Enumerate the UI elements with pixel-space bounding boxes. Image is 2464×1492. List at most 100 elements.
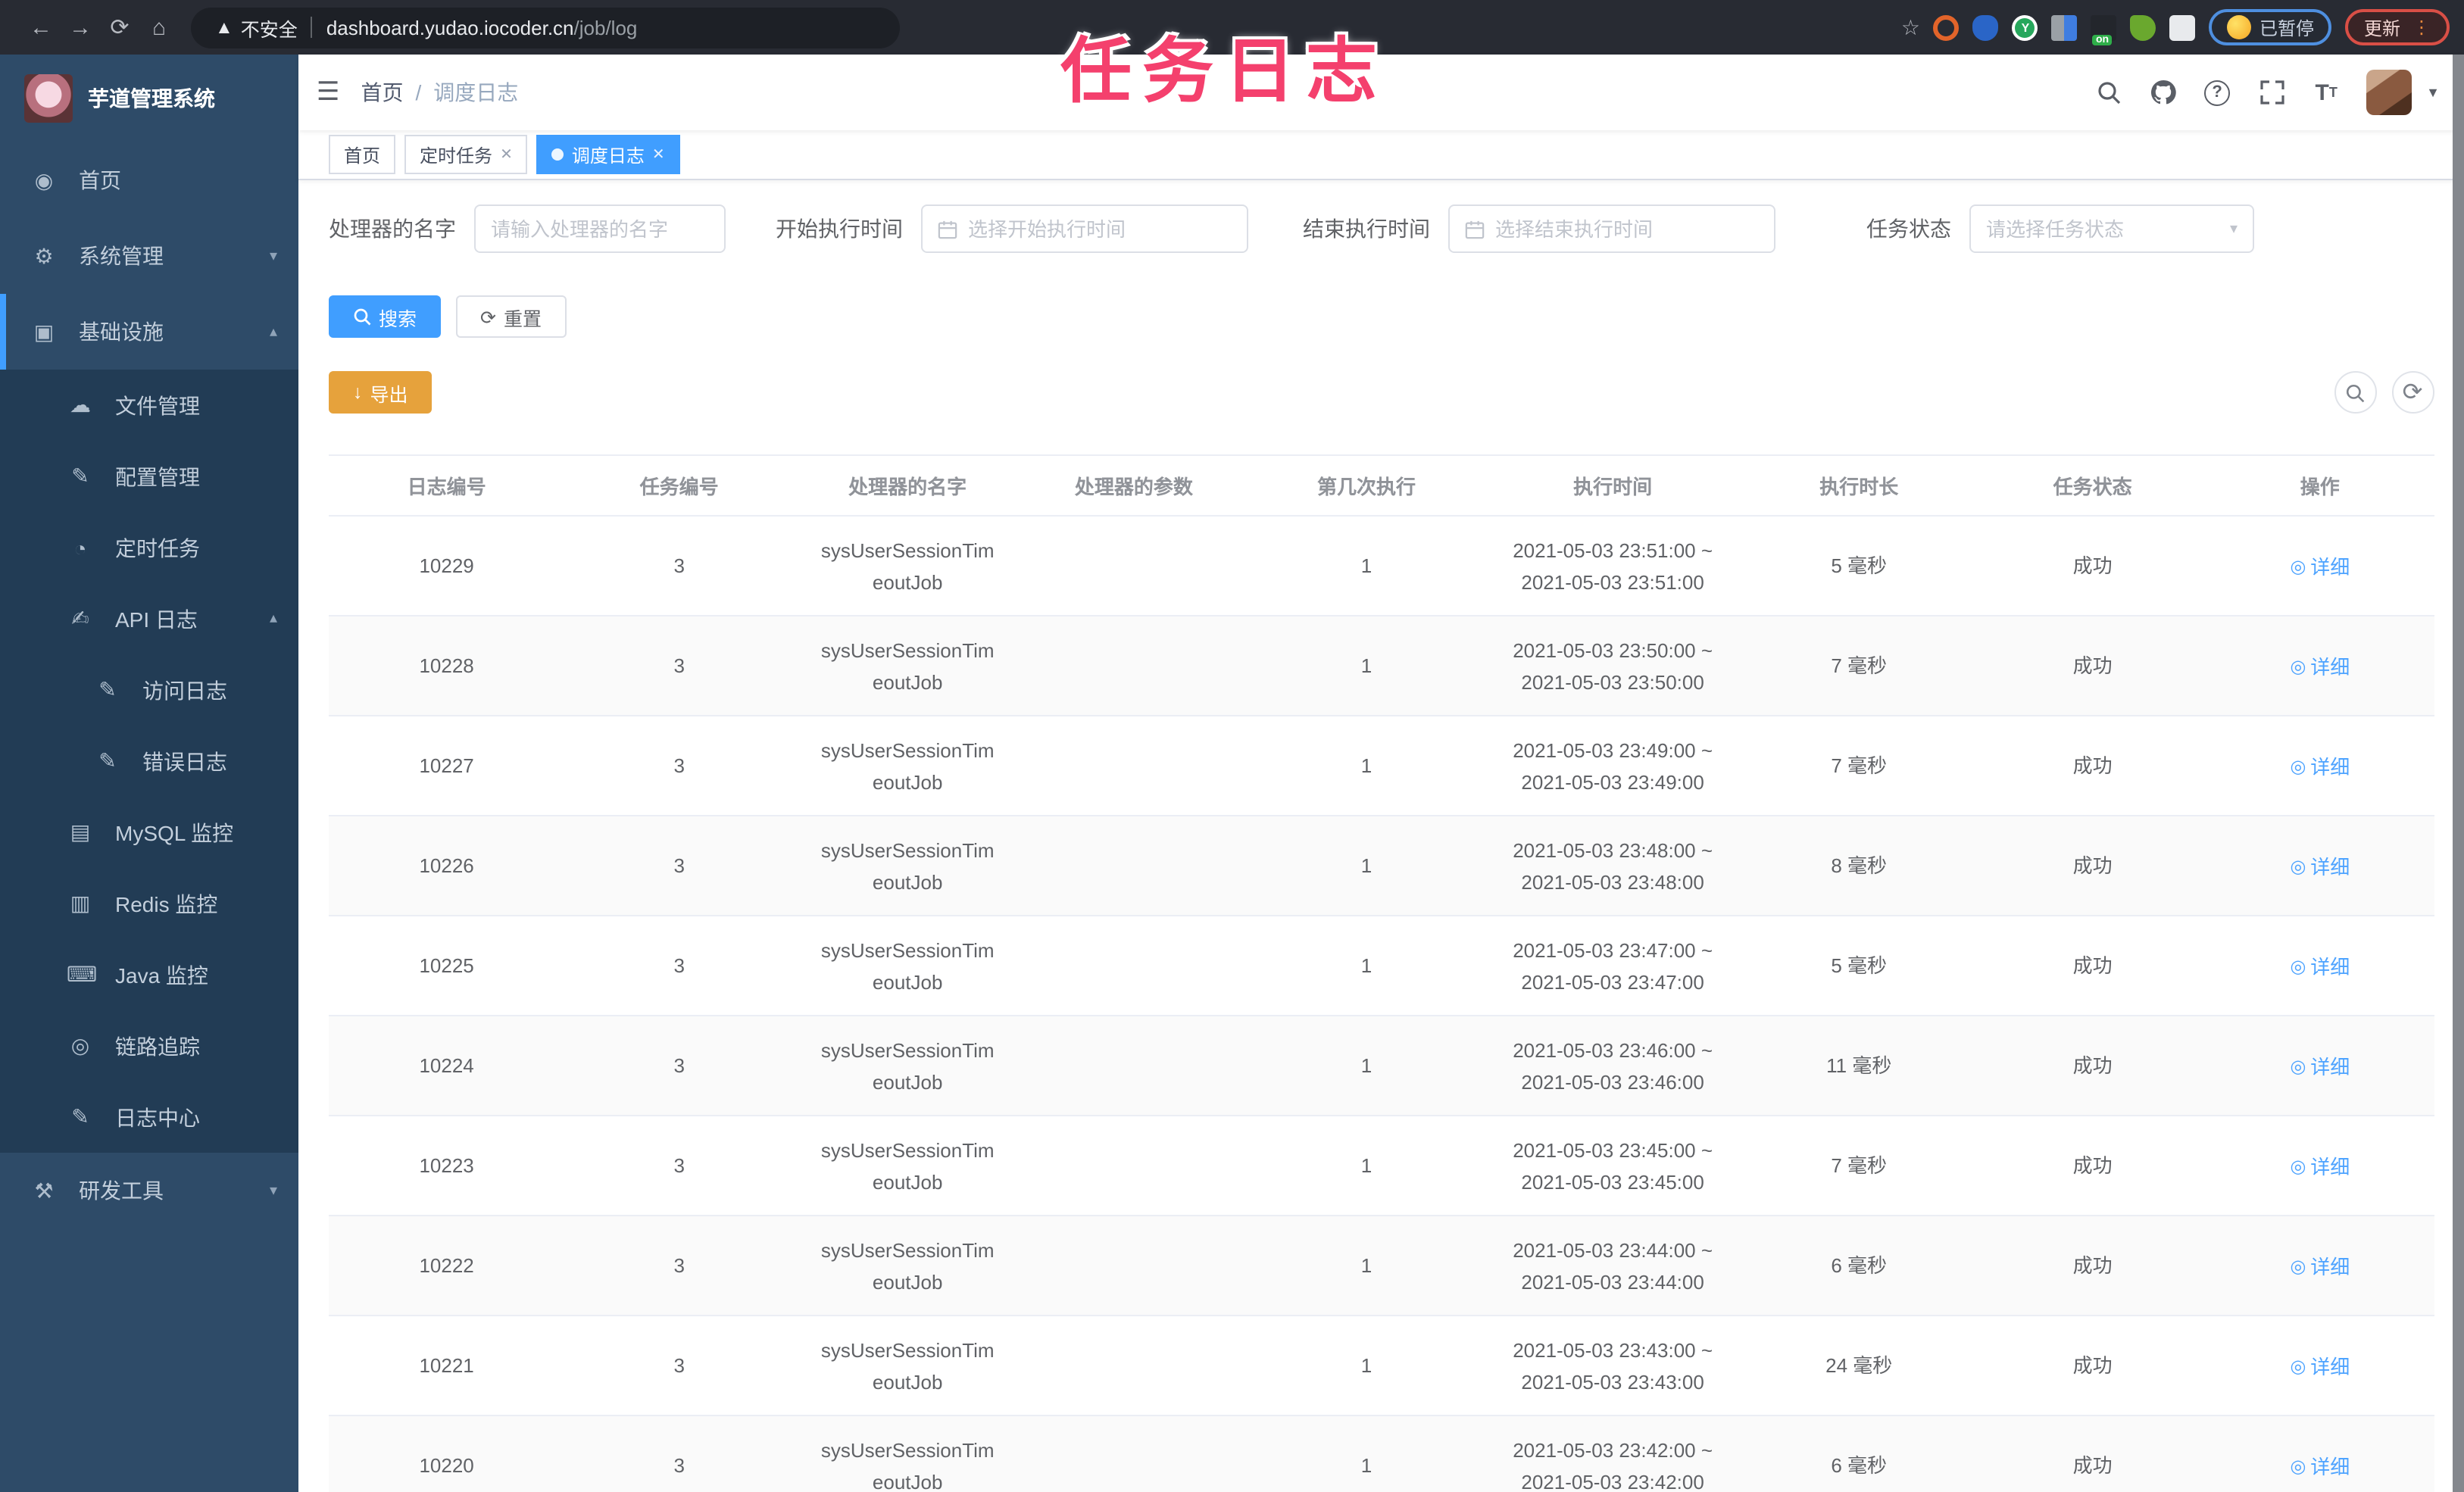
detail-link[interactable]: ◎ 详细 [2290,751,2350,782]
refresh-icon: ⟳ [480,307,496,328]
duration-cell: 5 毫秒 [1831,554,1888,577]
close-icon[interactable]: ✕ [652,146,665,163]
job-status-select[interactable]: ▾ [1969,204,2254,253]
api-log-icon: ✍ [71,606,89,630]
sidebar-item-api-log[interactable]: ✍ API 日志 ▴ [0,583,298,654]
duration-cell: 24 毫秒 [1825,1354,1893,1377]
handler-param-cell [1021,957,1246,975]
detail-link[interactable]: ◎ 详细 [2290,1450,2350,1482]
detail-link[interactable]: ◎ 详细 [2290,950,2350,982]
infrastructure-icon: ▣ [33,319,55,343]
app-logo-row[interactable]: 芋道管理系统 [0,55,298,142]
detail-link[interactable]: ◎ 详细 [2290,551,2350,582]
sidebar-item-infrastructure[interactable]: ▣ 基础设施 ▴ [0,294,298,370]
sidebar-item-java-monitor[interactable]: ⌨ Java 监控 [0,939,298,1010]
end-time-input[interactable] [1495,217,1759,240]
status-cell: 成功 [2072,554,2113,577]
log-id-cell: 10227 [419,754,474,777]
detail-link[interactable]: ◎ 详细 [2290,1350,2350,1382]
calendar-icon [938,219,957,239]
detail-link[interactable]: ◎ 详细 [2290,1250,2350,1282]
execute-time-cell: 2021-05-03 23:44:00 ~2021-05-03 23:44:00 [1513,1238,1713,1293]
job-status-input[interactable] [1986,217,2221,240]
tab-home[interactable]: 首页 [329,135,396,174]
reset-button[interactable]: ⟳ 重置 [456,295,567,338]
view-eye-icon: ◎ [2290,655,2306,676]
detail-link[interactable]: ◎ 详细 [2290,651,2350,682]
browser-scrollbar[interactable] [2452,55,2464,1492]
sidebar-item-config-manage[interactable]: ✎ 配置管理 [0,441,298,512]
paused-badge[interactable]: 已暂停 [2209,9,2332,45]
extension-ring-icon[interactable] [1933,14,1960,40]
detail-link[interactable]: ◎ 详细 [2290,1150,2350,1182]
sidebar-item-file-manage[interactable]: ☁ 文件管理 [0,370,298,441]
duration-cell: 7 毫秒 [1831,754,1888,777]
execute-time-cell: 2021-05-03 23:50:00 ~2021-05-03 23:50:00 [1513,638,1713,693]
handler-name-label: 处理器的名字 [329,217,456,241]
end-time-label: 结束执行时间 [1303,217,1430,241]
user-avatar[interactable] [2366,70,2412,115]
sidebar-item-redis-monitor[interactable]: ▥ Redis 监控 [0,868,298,939]
update-badge[interactable]: 更新 ⋮ [2345,9,2449,45]
sidebar-item-error-log[interactable]: ✎ 错误日志 [0,726,298,797]
fullscreen-icon[interactable] [2256,77,2287,108]
sidebar-item-mysql-monitor[interactable]: ▤ MySQL 监控 [0,797,298,868]
table-row: 10224 3 sysUserSessionTim eoutJob 1 2021-… [329,1016,2434,1116]
home-icon[interactable]: ⌂ [139,14,179,40]
url-bar[interactable]: ▲ 不安全 dashboard.yudao.iocoder.cn/job/log [191,7,900,48]
start-time-input[interactable] [968,217,1232,240]
breadcrumb-home[interactable]: 首页 [361,77,404,108]
tags-view: 首页 定时任务 ✕ 调度日志 ✕ [298,130,2464,180]
status-cell: 成功 [2072,1254,2113,1277]
forward-icon[interactable]: → [61,14,100,40]
log-center-icon: ✎ [71,1104,89,1128]
kebab-menu-icon[interactable]: ⋮ [2412,17,2431,38]
bookmark-star-icon[interactable]: ☆ [1901,14,1920,40]
detail-link[interactable]: ◎ 详细 [2290,1050,2350,1082]
execute-time-cell: 2021-05-03 23:47:00 ~2021-05-03 23:47:00 [1513,938,1713,993]
sidebar-item-log-center[interactable]: ✎ 日志中心 [0,1082,298,1153]
extension-puzzle-icon[interactable] [2169,14,2196,40]
sidebar-item-trace[interactable]: ◎ 链路追踪 [0,1010,298,1082]
job-log-table: 日志编号 任务编号 处理器的名字 处理器的参数 第几次执行 执行时间 执行时长 … [329,454,2434,1492]
hamburger-icon[interactable]: ☰ [317,77,340,108]
handler-param-cell [1021,757,1246,775]
tab-job-log[interactable]: 调度日志 ✕ [536,135,680,174]
sidebar-item-system[interactable]: ⚙ 系统管理 ▾ [0,218,298,294]
view-eye-icon: ◎ [2290,1355,2306,1376]
view-eye-icon: ◎ [2290,555,2306,576]
back-icon[interactable]: ← [21,14,61,40]
close-icon[interactable]: ✕ [500,146,513,163]
sidebar-item-scheduled-jobs[interactable]: ◔ 定时任务 [0,512,298,583]
toggle-search-button[interactable] [2334,371,2376,414]
action-cell: ◎ 详细 [2206,1240,2434,1291]
execute-time-cell: 2021-05-03 23:45:00 ~2021-05-03 23:45:00 [1513,1138,1713,1193]
tab-scheduled-jobs[interactable]: 定时任务 ✕ [404,135,528,174]
search-button[interactable]: 搜索 [329,295,442,338]
reload-icon[interactable]: ⟳ [100,14,139,41]
redis-monitor-icon: ▥ [70,891,91,915]
detail-link[interactable]: ◎ 详细 [2290,851,2350,882]
handler-name-cell: sysUserSessionTim eoutJob [820,1438,995,1492]
job-id-cell: 3 [673,1254,685,1277]
refresh-table-button[interactable]: ⟳ [2391,371,2434,414]
handler-name-input[interactable] [491,217,709,240]
sidebar-item-dev-tools[interactable]: ⚒ 研发工具 ▾ [0,1153,298,1228]
help-icon[interactable]: ? [2202,77,2232,108]
extension-on-icon[interactable]: on [2091,14,2117,45]
extension-leaf-icon[interactable] [2130,14,2156,40]
handler-name-cell: sysUserSessionTim eoutJob [820,938,995,993]
font-size-icon[interactable]: TT [2311,77,2341,108]
search-icon[interactable] [2093,77,2123,108]
caret-down-icon[interactable]: ▼ [2426,85,2440,100]
sidebar-item-home[interactable]: ◉ 首页 [0,142,298,218]
table-row: 10226 3 sysUserSessionTim eoutJob 1 2021-… [329,816,2434,916]
extension-pin-icon[interactable] [1972,14,1999,40]
extension-grid-icon[interactable] [2051,14,2078,40]
log-id-cell: 10229 [419,554,474,577]
export-button[interactable]: ↓ 导出 [329,371,433,414]
dashboard-icon: ◉ [34,167,54,192]
sidebar-item-access-log[interactable]: ✎ 访问日志 [0,654,298,726]
extension-y-icon[interactable]: Y [2012,14,2038,40]
github-icon[interactable] [2147,77,2178,108]
